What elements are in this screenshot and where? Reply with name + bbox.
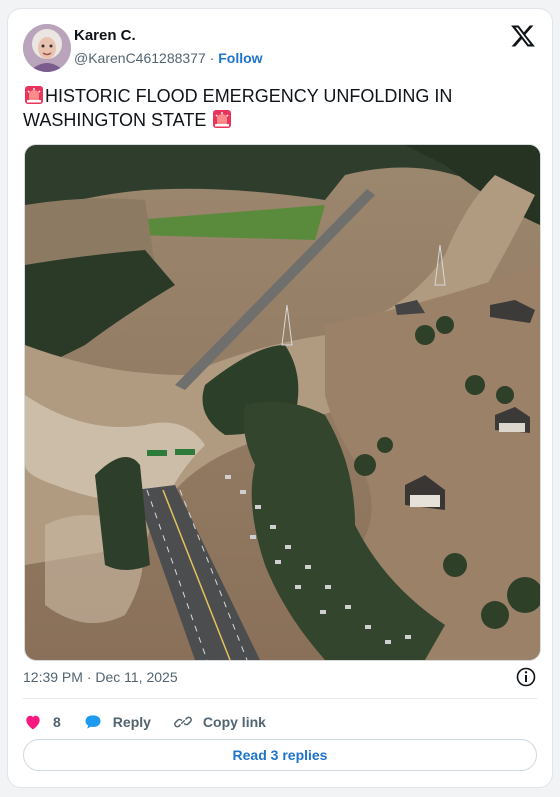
info-icon[interactable] bbox=[515, 666, 537, 688]
author-avatar[interactable] bbox=[23, 24, 71, 72]
divider bbox=[23, 698, 537, 699]
copy-link-button[interactable]: Copy link bbox=[173, 712, 266, 732]
reply-button[interactable]: Reply bbox=[83, 712, 151, 732]
reply-bubble-icon bbox=[85, 715, 101, 729]
tweet-card: Karen C. @KarenC461288377 · Follow HISTO… bbox=[7, 8, 553, 788]
siren-icon bbox=[25, 86, 43, 104]
tweet-text: HISTORIC FLOOD EMERGENCY UNFOLDING IN WA… bbox=[23, 84, 533, 132]
x-logo-icon[interactable] bbox=[510, 23, 536, 49]
author-handle-line: @KarenC461288377 · Follow bbox=[74, 50, 263, 66]
copy-link-label: Copy link bbox=[202, 714, 266, 730]
heart-icon bbox=[26, 715, 40, 730]
tweet-actions: 8 Reply Copy link bbox=[23, 710, 288, 734]
author-handle[interactable]: @KarenC461288377 bbox=[74, 50, 206, 66]
reply-label: Reply bbox=[112, 714, 151, 730]
siren-icon bbox=[213, 110, 232, 128]
tweet-timestamp[interactable]: 12:39 PM · Dec 11, 2025 bbox=[23, 669, 178, 685]
handle-separator: · bbox=[205, 50, 219, 66]
link-icon bbox=[174, 716, 192, 728]
like-button[interactable]: 8 bbox=[23, 712, 61, 732]
read-replies-button[interactable]: Read 3 replies bbox=[23, 739, 537, 771]
follow-button[interactable]: Follow bbox=[218, 50, 262, 66]
like-count: 8 bbox=[53, 714, 61, 730]
tweet-body-text: HISTORIC FLOOD EMERGENCY UNFOLDING IN WA… bbox=[23, 86, 453, 130]
author-name[interactable]: Karen C. bbox=[74, 27, 136, 44]
tweet-image-flood-aerial[interactable] bbox=[24, 144, 541, 661]
